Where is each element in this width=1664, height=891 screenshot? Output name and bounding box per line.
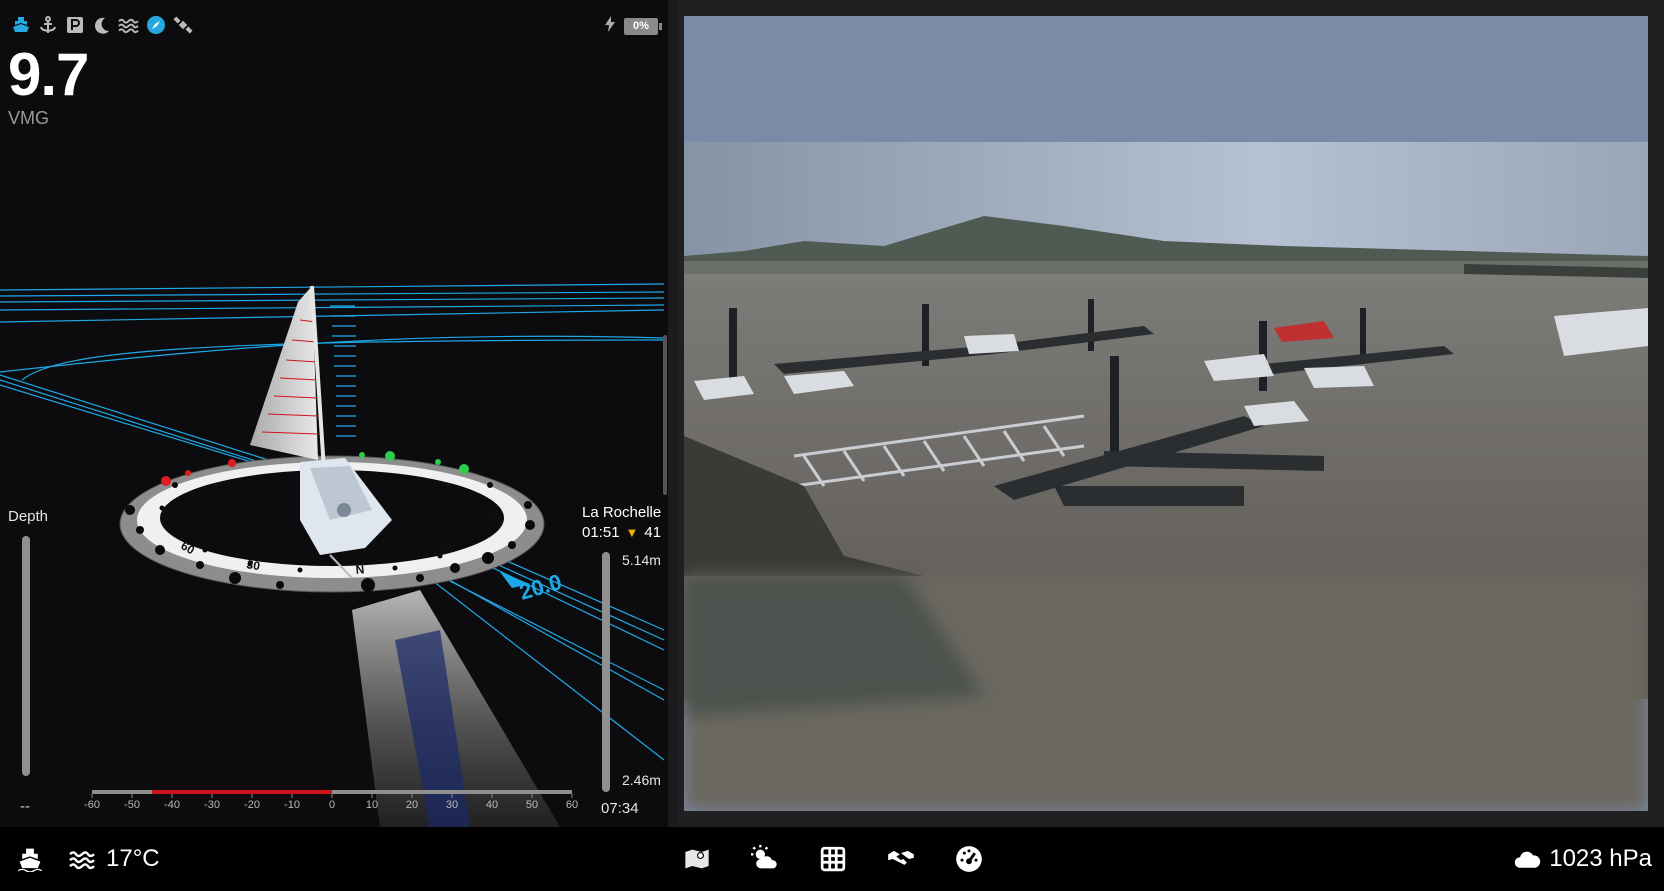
- scrollbar[interactable]: [663, 335, 667, 495]
- water-temperature[interactable]: 17°C: [68, 845, 160, 873]
- sheet-lines: [330, 305, 356, 437]
- boat-icon[interactable]: [10, 14, 31, 35]
- app-root: N 30 330 60 300 20.0 -60 -50 -40 -30 -20…: [0, 0, 1664, 891]
- bottom-left-group: 17°C: [16, 827, 160, 891]
- waves-icon: [68, 845, 96, 873]
- tide-next-height: 41: [644, 524, 662, 541]
- depth-value: --: [20, 798, 30, 815]
- heel-tick-label: -60: [84, 799, 100, 811]
- battery-level: 0%: [624, 18, 662, 35]
- heel-tick-label: -40: [164, 799, 180, 811]
- tide-next: 01:51 ▼ 41: [582, 524, 661, 541]
- vmg-value: 9.7: [8, 41, 89, 108]
- camera-panel: [678, 0, 1664, 827]
- parking-icon[interactable]: [64, 14, 85, 35]
- depth-label: Depth: [8, 508, 49, 525]
- dashboard-icon[interactable]: [955, 845, 983, 873]
- tide-gauge: [602, 552, 610, 792]
- tide-low: 2.46m: [622, 772, 661, 788]
- harbour-webcam-image[interactable]: [684, 16, 1648, 811]
- heel-range-bar: [152, 790, 332, 794]
- waves-icon[interactable]: [118, 14, 139, 35]
- moon-icon[interactable]: [91, 14, 112, 35]
- compass-label-30: 30: [245, 557, 261, 573]
- tide-current-time: 07:34: [601, 800, 639, 817]
- heel-tick-label: 50: [526, 799, 538, 811]
- heel-tick-label: -10: [284, 799, 300, 811]
- status-icons: [10, 14, 193, 35]
- heel-tick-label: -20: [244, 799, 260, 811]
- heel-tick-label: 30: [446, 799, 458, 811]
- boat-icon[interactable]: [16, 845, 44, 873]
- boat-3d-view[interactable]: N 30 330 60 300 20.0 -60 -50 -40 -30 -20…: [0, 0, 668, 827]
- triangle-down-icon: ▼: [625, 525, 639, 540]
- anchor-icon[interactable]: [37, 14, 58, 35]
- tide-high: 5.14m: [622, 552, 661, 568]
- compass-label-n: N: [355, 562, 365, 577]
- boat-status[interactable]: [16, 845, 44, 873]
- pressure-value: 1023 hPa: [1549, 845, 1652, 872]
- depth-gauge: [22, 536, 30, 776]
- bolt-icon: [604, 16, 616, 37]
- pressure-status[interactable]: 1023 hPa: [1513, 827, 1652, 891]
- handshake-icon[interactable]: [887, 845, 915, 873]
- vmg-label: VMG: [8, 108, 50, 128]
- heel-tick-label: -50: [124, 799, 140, 811]
- tide-next-time: 01:51: [582, 524, 620, 541]
- satellite-icon[interactable]: [172, 14, 193, 35]
- panel-divider[interactable]: [668, 0, 678, 827]
- heel-tick-label: 40: [486, 799, 498, 811]
- heel-tick-label: 20: [406, 799, 418, 811]
- water-temp-value: 17°C: [106, 845, 160, 872]
- heel-tick-label: 10: [366, 799, 378, 811]
- map-icon[interactable]: [683, 845, 711, 873]
- battery-status: 0%: [604, 16, 662, 37]
- heading-indicator: 20.0: [500, 569, 565, 605]
- compass-icon[interactable]: [145, 14, 166, 35]
- grid-icon[interactable]: [819, 845, 847, 873]
- weather-icon[interactable]: [751, 845, 779, 873]
- heel-tick-label: 60: [566, 799, 578, 811]
- instrument-panel: N 30 330 60 300 20.0 -60 -50 -40 -30 -20…: [0, 0, 668, 827]
- cloud-icon: [1513, 845, 1541, 873]
- heel-tick-label: -30: [204, 799, 220, 811]
- bottom-nav: [683, 827, 983, 891]
- bottom-bar: 17°C 1023 hPa: [0, 827, 1664, 891]
- tide-location: La Rochelle: [582, 504, 662, 521]
- webcam-scene: [684, 16, 1648, 811]
- heel-tick-label: 0: [329, 799, 335, 811]
